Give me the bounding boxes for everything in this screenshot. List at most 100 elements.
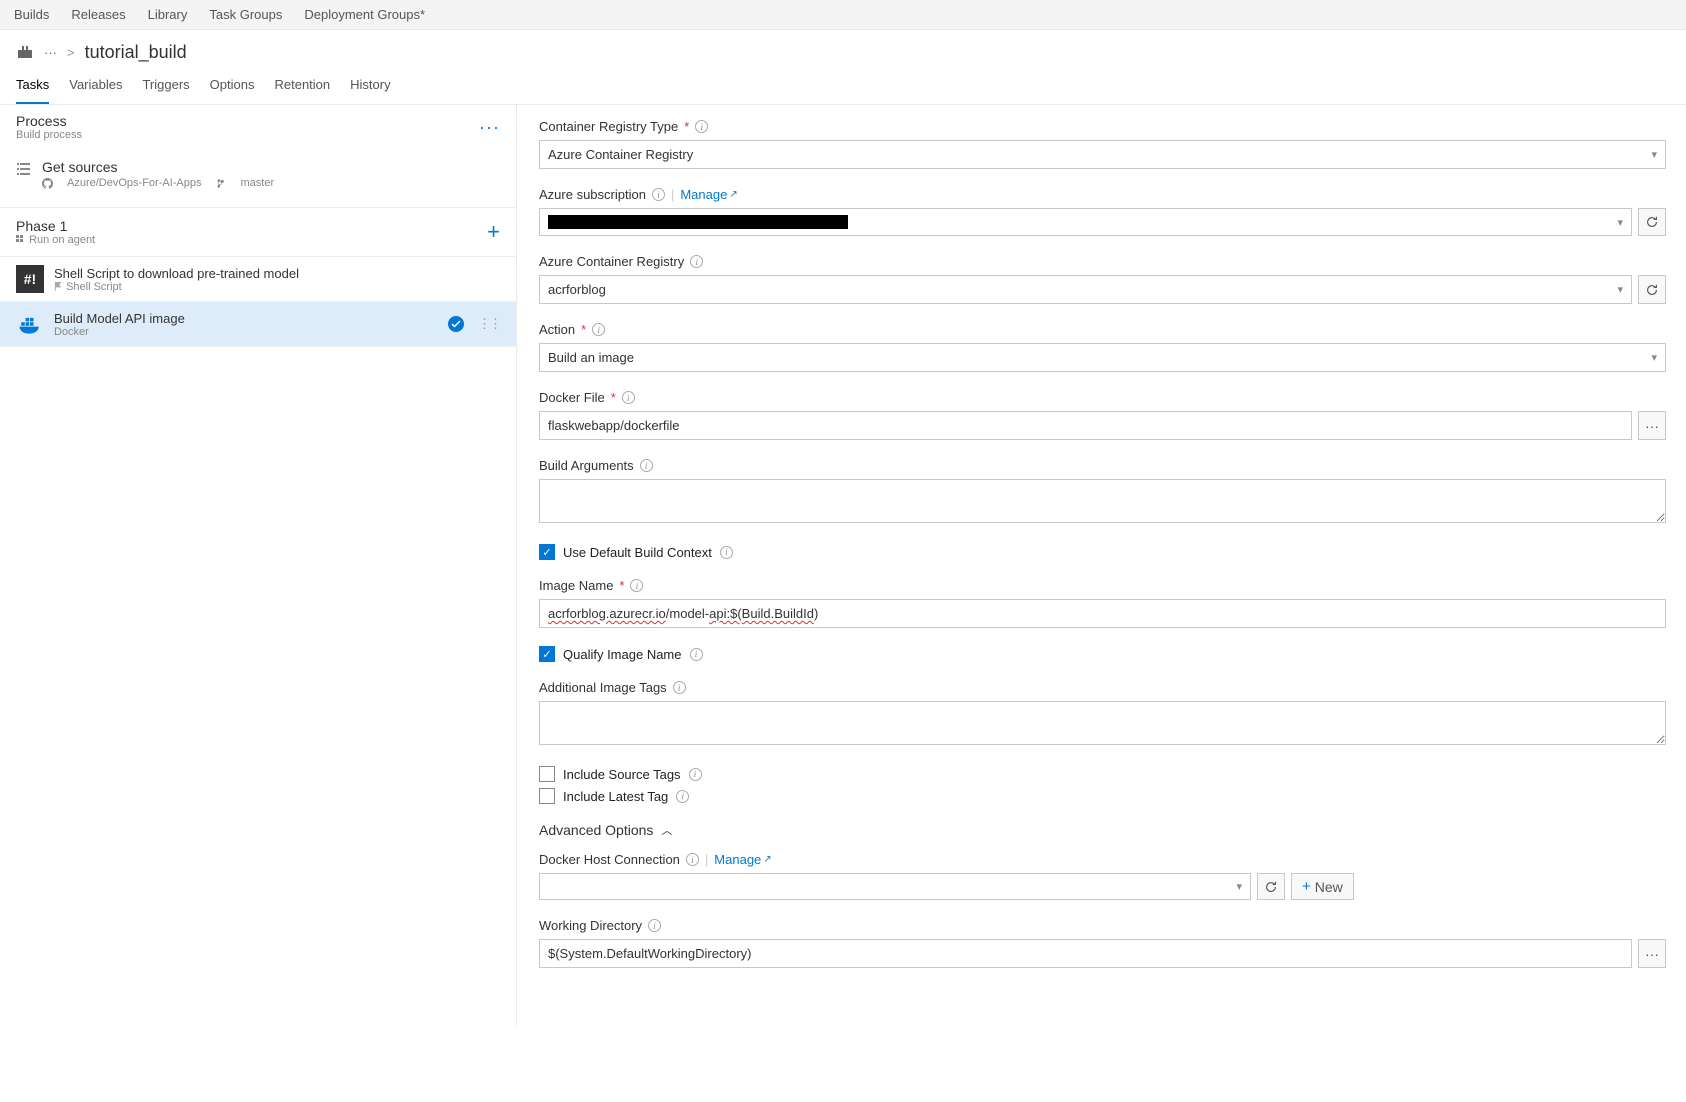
value: acrforblog.azurecr.io/model-api:$(Build.… xyxy=(548,606,818,621)
manage-link[interactable]: Manage↗ xyxy=(714,852,771,867)
new-connection-button[interactable]: + New xyxy=(1291,873,1354,900)
field-additional-image-tags: Additional Image Tags i xyxy=(539,680,1666,748)
sub-tabs: Tasks Variables Triggers Options Retenti… xyxy=(0,67,1686,105)
include-latest-tag-checkbox[interactable] xyxy=(539,788,555,804)
info-icon[interactable]: i xyxy=(630,579,643,592)
project-icon xyxy=(16,44,34,62)
info-icon[interactable]: i xyxy=(652,188,665,201)
value: Azure Container Registry xyxy=(548,147,693,162)
divider: | xyxy=(671,187,674,202)
chevron-down-icon: ▾ xyxy=(1236,880,1242,893)
field-include-latest-tag: Include Latest Tag i xyxy=(539,788,1666,804)
ellipsis-icon: ··· xyxy=(1645,418,1659,434)
shell-script-icon: #! xyxy=(16,265,44,293)
label: Action xyxy=(539,322,575,337)
include-source-tags-checkbox[interactable] xyxy=(539,766,555,782)
field-include-source-tags: Include Source Tags i xyxy=(539,766,1666,782)
sources-repo: Azure/DevOps-For-AI-Apps xyxy=(67,177,201,189)
field-image-name: Image Name * i acrforblog.azurecr.io/mod… xyxy=(539,578,1666,628)
plus-icon: + xyxy=(1302,878,1311,895)
tab-tasks[interactable]: Tasks xyxy=(16,77,49,104)
task-name: Build Model API image xyxy=(54,311,185,326)
azure-subscription-select[interactable]: ▾ xyxy=(539,208,1632,236)
add-task-button[interactable]: + xyxy=(487,219,500,245)
refresh-button[interactable] xyxy=(1638,208,1666,236)
info-icon[interactable]: i xyxy=(673,681,686,694)
image-name-input[interactable]: acrforblog.azurecr.io/model-api:$(Build.… xyxy=(539,599,1666,628)
tab-variables[interactable]: Variables xyxy=(69,77,122,104)
info-icon[interactable]: i xyxy=(676,790,689,803)
additional-image-tags-textarea[interactable] xyxy=(539,701,1666,745)
docker-file-input[interactable] xyxy=(539,411,1632,440)
info-icon[interactable]: i xyxy=(622,391,635,404)
label: Include Source Tags xyxy=(563,767,681,782)
phase-row[interactable]: Phase 1 Run on agent + xyxy=(0,208,516,256)
field-container-registry-type: Container Registry Type * i Azure Contai… xyxy=(539,119,1666,169)
info-icon[interactable]: i xyxy=(640,459,653,472)
browse-button[interactable]: ··· xyxy=(1638,939,1666,968)
tab-options[interactable]: Options xyxy=(210,77,255,104)
info-icon[interactable]: i xyxy=(689,768,702,781)
container-registry-type-select[interactable]: Azure Container Registry ▾ xyxy=(539,140,1666,169)
docker-icon xyxy=(16,310,44,338)
build-arguments-textarea[interactable] xyxy=(539,479,1666,523)
nav-deployment-groups[interactable]: Deployment Groups* xyxy=(304,7,425,22)
manage-link[interactable]: Manage↗ xyxy=(680,187,737,202)
nav-library[interactable]: Library xyxy=(148,7,188,22)
label: Additional Image Tags xyxy=(539,680,667,695)
ellipsis-icon: ··· xyxy=(1645,946,1659,962)
task-name: Shell Script to download pre-trained mod… xyxy=(54,266,299,281)
process-row[interactable]: Process Build process ··· xyxy=(0,105,516,149)
redacted-value xyxy=(548,215,848,229)
grip-icon[interactable]: ⋮⋮ xyxy=(478,316,500,332)
right-pane: Container Registry Type * i Azure Contai… xyxy=(517,105,1686,1026)
label: Container Registry Type xyxy=(539,119,678,134)
working-directory-input[interactable] xyxy=(539,939,1632,968)
divider: | xyxy=(705,852,708,867)
tab-retention[interactable]: Retention xyxy=(274,77,330,104)
info-icon[interactable]: i xyxy=(690,255,703,268)
chevron-down-icon: ▾ xyxy=(1651,148,1657,161)
docker-host-connection-select[interactable]: ▾ xyxy=(539,873,1251,900)
info-icon[interactable]: i xyxy=(592,323,605,336)
label: Working Directory xyxy=(539,918,642,933)
external-link-icon: ↗ xyxy=(729,189,737,200)
label: Azure Container Registry xyxy=(539,254,684,269)
label: Advanced Options xyxy=(539,822,653,838)
breadcrumb: ··· > tutorial_build xyxy=(0,30,1686,67)
refresh-button[interactable] xyxy=(1638,275,1666,304)
use-default-build-context-checkbox[interactable]: ✓ xyxy=(539,544,555,560)
nav-builds[interactable]: Builds xyxy=(14,7,49,22)
info-icon[interactable]: i xyxy=(686,853,699,866)
field-azure-container-registry: Azure Container Registry i acrforblog ▾ xyxy=(539,254,1666,304)
nav-releases[interactable]: Releases xyxy=(71,7,125,22)
browse-button[interactable]: ··· xyxy=(1638,411,1666,440)
info-icon[interactable]: i xyxy=(695,120,708,133)
required-marker: * xyxy=(611,390,616,405)
azure-container-registry-select[interactable]: acrforblog ▾ xyxy=(539,275,1632,304)
tab-triggers[interactable]: Triggers xyxy=(142,77,189,104)
process-subtitle: Build process xyxy=(16,129,82,141)
info-icon[interactable]: i xyxy=(690,648,703,661)
process-menu-icon[interactable]: ··· xyxy=(479,117,500,138)
chevron-right-icon: > xyxy=(67,45,75,60)
chevron-down-icon: ▾ xyxy=(1617,283,1623,296)
task-row-docker-build[interactable]: Build Model API image Docker ⋮⋮ xyxy=(0,302,516,347)
qualify-image-name-checkbox[interactable]: ✓ xyxy=(539,646,555,662)
refresh-button[interactable] xyxy=(1257,873,1285,900)
field-docker-file: Docker File * i ··· xyxy=(539,390,1666,440)
value: acrforblog xyxy=(548,282,606,297)
action-select[interactable]: Build an image ▾ xyxy=(539,343,1666,372)
required-marker: * xyxy=(684,119,689,134)
tab-history[interactable]: History xyxy=(350,77,390,104)
task-row-shell-script[interactable]: #! Shell Script to download pre-trained … xyxy=(0,257,516,302)
nav-task-groups[interactable]: Task Groups xyxy=(209,7,282,22)
label: Build Arguments xyxy=(539,458,634,473)
breadcrumb-more[interactable]: ··· xyxy=(44,45,57,60)
refresh-icon xyxy=(1645,283,1659,297)
advanced-options-header[interactable]: Advanced Options ︿ xyxy=(539,822,1666,838)
info-icon[interactable]: i xyxy=(648,919,661,932)
get-sources-row[interactable]: Get sources Azure/DevOps-For-AI-Apps mas… xyxy=(0,149,516,199)
field-qualify-image-name: ✓ Qualify Image Name i xyxy=(539,646,1666,662)
info-icon[interactable]: i xyxy=(720,546,733,559)
